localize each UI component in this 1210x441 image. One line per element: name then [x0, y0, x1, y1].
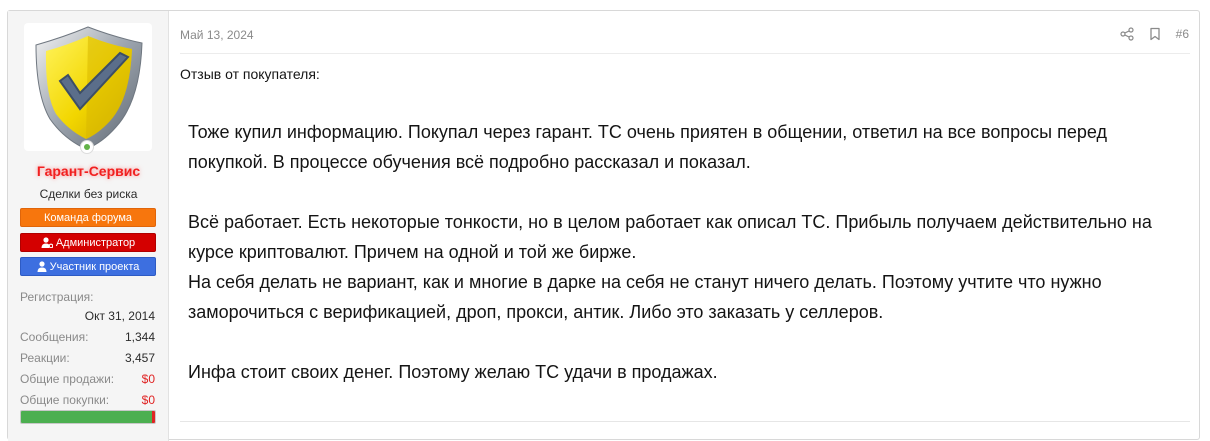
progress-fill	[21, 411, 153, 423]
share-icon[interactable]	[1120, 27, 1134, 41]
registration-value: Окт 31, 2014	[84, 309, 155, 323]
post-paragraph: Тоже купил информацию. Покупал через гар…	[188, 122, 1108, 172]
header-divider	[180, 53, 1190, 54]
online-status-indicator	[80, 140, 94, 154]
reputation-progress-bar	[20, 410, 156, 424]
banner-forum-team: Команда форума	[20, 208, 156, 227]
user-title: Сделки без риска	[39, 187, 138, 201]
post-number-link[interactable]: #6	[1176, 27, 1189, 41]
bookmark-icon[interactable]	[1148, 27, 1162, 41]
banner-label: Участник проекта	[49, 261, 140, 273]
banner-label: Команда форума	[43, 212, 133, 224]
total-purchases-label: Общие покупки:	[20, 393, 110, 407]
messages-value: 1,344	[124, 330, 155, 344]
post-paragraph: На себя делать не вариант, как и многие …	[188, 272, 1102, 322]
banner-label: Администратор	[55, 237, 136, 249]
total-sales-value: $0	[141, 372, 155, 386]
total-sales-label: Общие продажи:	[20, 372, 115, 386]
total-purchases-value: $0	[141, 393, 155, 407]
banner-project-member: Участник проекта	[20, 257, 156, 276]
reactions-label: Реакции:	[20, 351, 70, 365]
footer-divider	[180, 421, 1190, 422]
post-container: Гарант-Сервис Сделки без риска Команда ф…	[7, 10, 1200, 441]
post-date[interactable]: Май 13, 2024	[180, 28, 254, 42]
user-sidebar: Гарант-Сервис Сделки без риска Команда ф…	[8, 11, 169, 441]
avatar[interactable]	[24, 23, 152, 151]
post-paragraph: Инфа стоит своих денег. Поэтому желаю ТС…	[188, 362, 718, 382]
post-body: Тоже купил информацию. Покупал через гар…	[188, 117, 1178, 387]
user-icon	[37, 261, 47, 272]
username[interactable]: Гарант-Сервис	[8, 163, 169, 179]
post-paragraph: Всё работает. Есть некоторые тонкости, н…	[188, 212, 1152, 262]
reactions-value: 3,457	[124, 351, 155, 365]
user-admin-icon	[41, 237, 53, 248]
registration-label: Регистрация:	[20, 290, 94, 304]
progress-cap	[152, 411, 155, 423]
shield-avatar-icon	[35, 26, 143, 150]
messages-label: Сообщения:	[20, 330, 89, 344]
post-actions: #6	[1120, 24, 1189, 44]
banner-administrator: Администратор	[20, 233, 156, 252]
post-intro: Отзыв от покупателя:	[180, 66, 320, 82]
